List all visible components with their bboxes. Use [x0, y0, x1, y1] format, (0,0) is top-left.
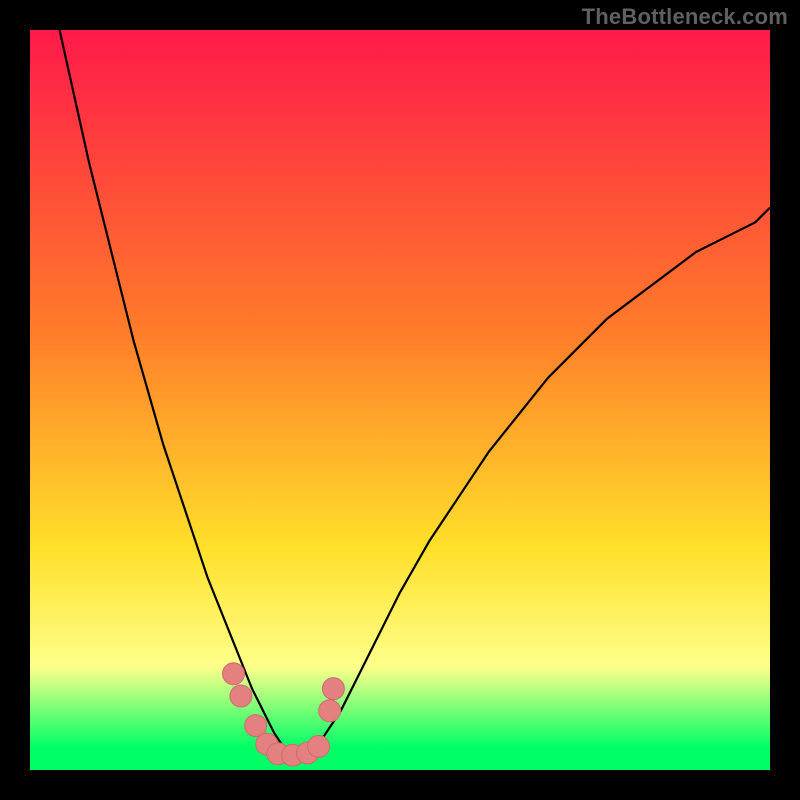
curve-marker	[322, 678, 344, 700]
watermark-text: TheBottleneck.com	[582, 4, 788, 30]
gradient-rect	[30, 30, 770, 770]
curve-marker	[308, 735, 330, 757]
curve-marker	[319, 700, 341, 722]
chart-svg	[30, 30, 770, 770]
curve-marker	[230, 685, 252, 707]
chart-canvas: TheBottleneck.com	[0, 0, 800, 800]
curve-marker	[223, 663, 245, 685]
plot-area	[30, 30, 770, 770]
